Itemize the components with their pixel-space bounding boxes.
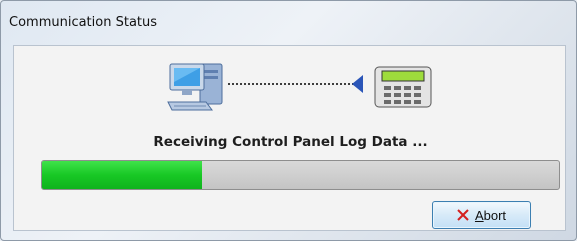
abort-button-label: Abort bbox=[474, 207, 507, 223]
close-x-icon bbox=[457, 209, 469, 221]
computer-icon bbox=[167, 63, 223, 111]
control-panel-keypad-icon bbox=[374, 66, 432, 108]
progress-bar-fill bbox=[42, 161, 203, 189]
window-title: Communication Status bbox=[9, 15, 158, 30]
dialog-content: Receiving Control Panel Log Data ... Abo… bbox=[13, 45, 566, 231]
status-message: Receiving Control Panel Log Data ... bbox=[153, 134, 428, 150]
communication-status-dialog: Communication Status Receiving Control P… bbox=[0, 0, 577, 241]
arrow-left-icon bbox=[352, 75, 363, 93]
progress-bar bbox=[41, 160, 560, 190]
abort-button[interactable]: Abort bbox=[432, 201, 531, 229]
connection-line bbox=[228, 83, 362, 85]
